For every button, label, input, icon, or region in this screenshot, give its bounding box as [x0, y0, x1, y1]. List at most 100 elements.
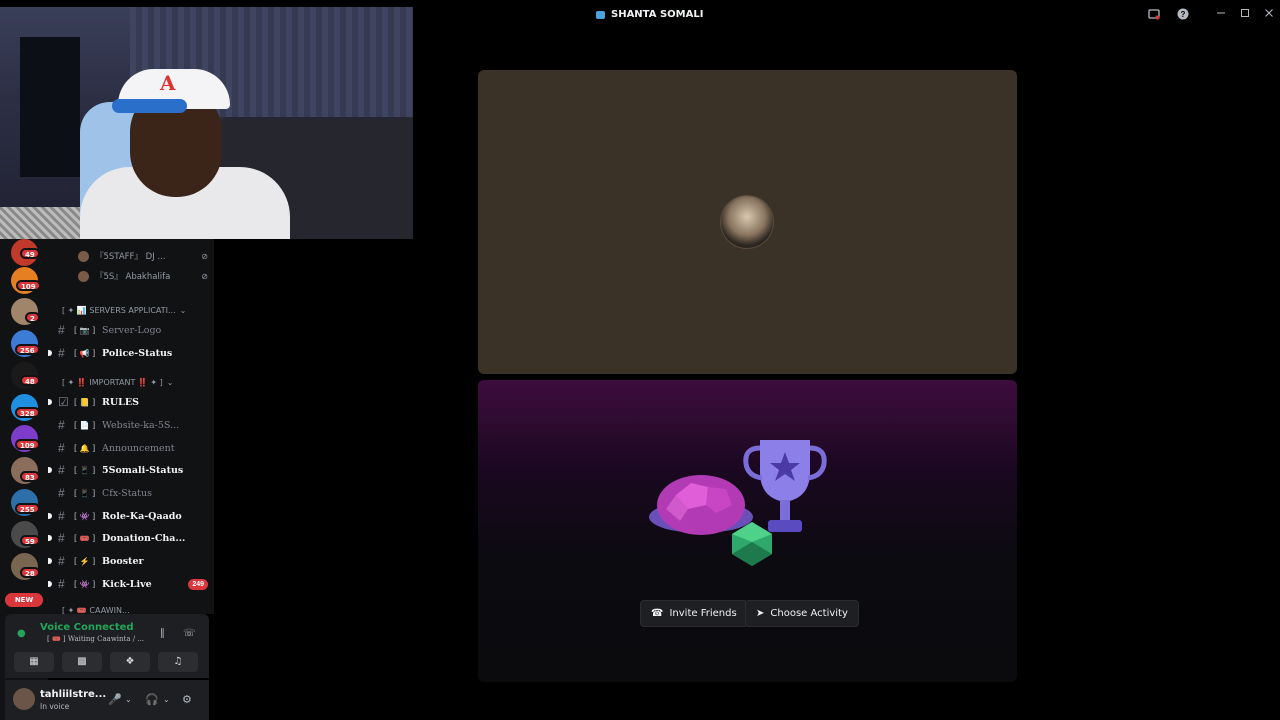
minimize-icon[interactable] — [1214, 8, 1228, 22]
channel-name: Donation-Cha... — [102, 532, 186, 544]
background-sparkle — [0, 207, 80, 239]
new-badge[interactable]: NEW — [5, 593, 43, 607]
camera-button[interactable]: ▦ — [14, 652, 54, 672]
channel-police-status[interactable]: # [ 📢 ] Police-Status — [48, 344, 208, 362]
mention-badge: 328 — [15, 407, 40, 418]
voice-member[interactable]: 『5S』 Abakhalifa ⊘ — [78, 269, 208, 283]
gear-icon[interactable]: ⚙ — [182, 693, 192, 706]
channel-emoji: [ 📱 ] — [74, 465, 96, 475]
unread-indicator — [48, 350, 52, 356]
channel-emoji: [ 📱 ] — [74, 488, 96, 498]
channel-announcement[interactable]: # [ 🔔 ] Announcement — [58, 439, 208, 457]
channel-icon — [596, 10, 605, 19]
channel-donation[interactable]: # [ 🎟️ ] Donation-Cha... — [48, 529, 208, 547]
disconnect-icon[interactable]: ☏ — [183, 628, 196, 639]
category-important[interactable]: [ ✦ ‼️ IMPORTANT ‼️ ✦ ] ⌄ — [62, 378, 174, 387]
hash-icon: # — [58, 418, 65, 432]
signal-icon[interactable]: ● — [17, 628, 26, 639]
category-caawin[interactable]: [ ✦ 🎟️ CAAWIN... — [62, 606, 130, 614]
unread-indicator — [48, 535, 52, 541]
avatar — [78, 270, 89, 282]
mention-count-badge: 249 — [188, 578, 208, 590]
voice-connection-panel: ● Voice Connected [ 🎟️ ] Waiting Caawint… — [5, 614, 209, 678]
mention-badge: 2 — [25, 312, 40, 323]
channel-emoji: [ 👾 ] — [74, 579, 96, 589]
deafened-icon: ⊘ — [201, 271, 208, 281]
svg-text:?: ? — [1181, 10, 1186, 19]
camera-off-icon: ▦ — [29, 656, 39, 667]
hash-icon: # — [58, 463, 65, 477]
category-label: [ ✦ 📊 SERVERS APPLICATI... — [62, 306, 176, 315]
user-panel: tahliilstre... In voice 🎤 ⌄ 🎧 ⌄ ⚙ — [5, 680, 209, 720]
mention-badge: 109 — [16, 280, 41, 291]
voice-status[interactable]: Voice Connected — [40, 622, 134, 633]
avatar — [78, 250, 89, 262]
mention-badge: 49 — [20, 248, 40, 259]
noise-suppression-icon[interactable]: ∥ — [160, 628, 165, 639]
screen-share-button[interactable]: ▩ — [62, 652, 102, 672]
channel-5somali-status[interactable]: # [ 📱 ] 5Somali-Status — [48, 461, 208, 479]
activity-button[interactable]: ❖ — [110, 652, 150, 672]
channel-server-logo[interactable]: # [ 📷 ] Server-Logo — [58, 321, 208, 339]
help-icon[interactable]: ? — [1176, 8, 1190, 22]
invite-friends-button[interactable]: ☎ Invite Friends — [640, 600, 748, 627]
channel-emoji: [ 👾 ] — [74, 511, 96, 521]
hash-icon: # — [58, 509, 65, 523]
hash-icon: # — [58, 554, 65, 568]
voice-member[interactable]: 『5STAFF』 DJ ... ⊘ — [78, 249, 208, 263]
chevron-down-icon: ⌄ — [166, 378, 174, 387]
chevron-down-icon[interactable]: ⌄ — [125, 695, 132, 704]
chevron-down-icon[interactable]: ⌄ — [163, 695, 170, 704]
window-title-text: SHANTA SOMALI — [611, 9, 704, 20]
background-tv — [20, 37, 80, 177]
headphones-icon[interactable]: 🎧 — [145, 693, 159, 706]
channel-booster[interactable]: # [ ⚡ ] Booster — [48, 552, 208, 570]
hash-icon: # — [58, 531, 65, 545]
rules-icon: ☑ — [58, 395, 69, 409]
mention-badge: 255 — [15, 503, 40, 514]
category-label: [ ✦ ‼️ IMPORTANT ‼️ ✦ ] — [62, 378, 163, 387]
unread-indicator — [48, 399, 52, 405]
channel-emoji: [ ⚡ ] — [74, 556, 96, 566]
channel-rules[interactable]: ☑ [ 📒 ] RULES — [48, 393, 208, 411]
channel-emoji: [ 🎟️ ] — [74, 533, 96, 543]
username[interactable]: tahliilstre... — [40, 689, 106, 700]
participant-video-tile[interactable] — [478, 70, 1017, 374]
channel-name: Booster — [102, 555, 144, 567]
activity-tile: ☎ Invite Friends ➤ Choose Activity — [478, 380, 1017, 682]
avatar[interactable] — [13, 688, 35, 710]
choose-activity-label: Choose Activity — [770, 608, 848, 619]
inbox-icon[interactable] — [1147, 8, 1161, 22]
participant-avatar — [720, 195, 774, 249]
channel-name: Role-Ka-Qaado — [102, 510, 182, 522]
category-servers-applications[interactable]: [ ✦ 📊 SERVERS APPLICATI... ⌄ — [62, 306, 186, 315]
hash-icon: # — [58, 346, 65, 360]
channel-website[interactable]: # [ 📄 ] Website-ka-5S... — [58, 416, 208, 434]
channel-role-ka-qaado[interactable]: # [ 👾 ] Role-Ka-Qaado — [48, 507, 208, 525]
unread-indicator — [48, 513, 52, 519]
deafened-icon: ⊘ — [201, 251, 208, 261]
channel-name: Kick-Live — [102, 578, 152, 590]
user-status: In voice — [40, 702, 70, 711]
cap-brim — [112, 99, 187, 113]
unread-indicator — [48, 581, 52, 587]
channel-name: RULES — [102, 396, 139, 408]
close-icon[interactable] — [1262, 8, 1276, 22]
hash-icon: # — [58, 441, 65, 455]
maximize-icon[interactable] — [1238, 8, 1252, 22]
screen-share-icon: ▩ — [77, 656, 87, 667]
channel-kick-live[interactable]: # [ 👾 ] Kick-Live 249 — [48, 575, 208, 593]
channel-name: Server-Logo — [102, 324, 162, 336]
channel-cfx-status[interactable]: # [ 📱 ] Cfx-Status — [58, 484, 208, 502]
channel-emoji: [ 🔔 ] — [74, 443, 96, 453]
voice-channel-name[interactable]: [ 🎟️ ] Waiting Caawinta / ... — [47, 635, 144, 643]
channel-name: 5Somali-Status — [102, 464, 184, 476]
category-label: [ ✦ 🎟️ CAAWIN... — [62, 606, 130, 614]
channel-name: Cfx-Status — [102, 487, 152, 499]
channel-list: 『5STAFF』 DJ ... ⊘ 『5S』 Abakhalifa ⊘ [ ✦ … — [48, 239, 214, 614]
choose-activity-button[interactable]: ➤ Choose Activity — [745, 600, 859, 627]
chevron-down-icon: ⌄ — [179, 306, 187, 315]
soundboard-button[interactable]: ♫ — [158, 652, 198, 672]
channel-emoji: [ 📷 ] — [74, 325, 96, 335]
microphone-icon[interactable]: 🎤 — [108, 693, 122, 706]
